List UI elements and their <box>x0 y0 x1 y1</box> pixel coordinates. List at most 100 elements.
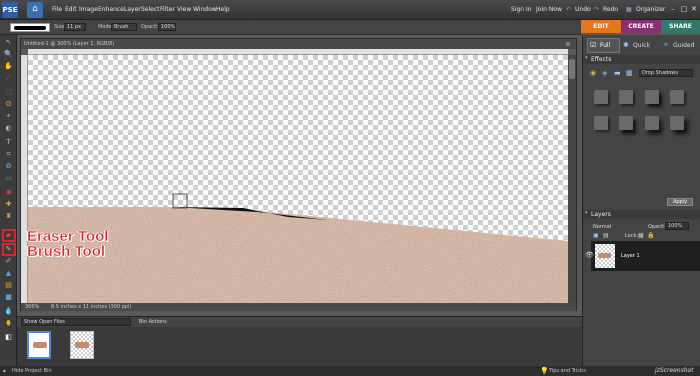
smart-brush-tool-icon[interactable]: ✐ <box>3 257 14 266</box>
drop-shadow-swatch-3[interactable] <box>645 90 659 104</box>
tab-create[interactable]: CREATE <box>621 20 661 33</box>
undo-button[interactable]: Undo <box>575 6 591 13</box>
document-window: Untitled-1 @ 300% (Layer 1, RGB/8) × 300… <box>20 38 577 311</box>
minimize-icon[interactable]: – <box>671 5 675 13</box>
crop-tool-icon[interactable]: ⌗ <box>3 150 14 159</box>
redo-button[interactable]: Redo <box>603 6 618 13</box>
app-logo: PSE <box>2 2 18 18</box>
size-field[interactable]: 11 px <box>64 23 86 31</box>
mode-select[interactable]: Brush <box>111 23 137 31</box>
menu-image[interactable]: Image <box>79 6 98 13</box>
eyedropper-tool-icon[interactable]: ⁄ <box>3 74 14 83</box>
menu-filter[interactable]: Filter <box>160 6 175 13</box>
blur-tool-icon[interactable]: 💧 <box>3 307 14 316</box>
brush-highlight-box <box>2 243 16 256</box>
sign-in-link[interactable]: Sign In <box>511 6 532 13</box>
organizer-icon[interactable]: ▦ <box>626 6 632 13</box>
drop-shadow-swatch-4[interactable] <box>670 90 684 104</box>
hide-project-bin-button[interactable]: Hide Project Bin <box>12 366 52 376</box>
drop-shadow-swatch-2[interactable] <box>619 90 633 104</box>
shape-tool-icon[interactable]: ■ <box>3 293 14 302</box>
effects-category-select[interactable]: Drop Shadows <box>639 69 693 77</box>
bin-thumbnail-active[interactable] <box>27 331 51 359</box>
lock-transparency-icon[interactable]: ▦ <box>638 232 644 239</box>
undo-icon[interactable]: ↶ <box>566 6 571 13</box>
menu-layer[interactable]: Layer <box>124 6 141 13</box>
color-swatches-icon[interactable]: ◧ <box>3 333 14 342</box>
full-edit-icon: ☑ <box>590 41 597 49</box>
home-icon[interactable]: ⌂ <box>27 2 43 18</box>
layer-styles-icon[interactable]: ◈ <box>602 69 607 77</box>
guided-edit-button[interactable]: Guided <box>673 42 694 49</box>
layer-name[interactable]: Layer 1 <box>621 253 640 259</box>
straighten-tool-icon[interactable]: ▭ <box>3 174 14 183</box>
clone-stamp-tool-icon[interactable]: ♜ <box>3 212 14 221</box>
drop-shadow-swatch-1[interactable] <box>594 90 608 104</box>
tab-share[interactable]: SHARE <box>661 20 700 33</box>
healing-brush-tool-icon[interactable]: ✚ <box>3 200 14 209</box>
drop-shadow-swatch-6[interactable] <box>619 116 633 130</box>
brush-preset-picker[interactable] <box>10 23 50 32</box>
menu-view[interactable]: View <box>177 6 191 13</box>
drop-shadow-swatch-7[interactable] <box>645 116 659 130</box>
menu-help[interactable]: Help <box>216 6 230 13</box>
hand-tool-icon[interactable]: ✋ <box>3 62 14 71</box>
quick-fix-button[interactable]: Quick <box>633 42 650 49</box>
menu-select[interactable]: Select <box>141 6 160 13</box>
maximize-icon[interactable]: □ <box>681 5 688 13</box>
photo-effects-icon[interactable]: ▬ <box>614 69 621 77</box>
bin-actions-menu[interactable]: Bin Actions <box>139 319 167 325</box>
magic-wand-tool-icon[interactable]: ✦ <box>3 112 14 121</box>
menu-edit[interactable]: Edit <box>65 6 77 13</box>
layer-thumbnail <box>595 244 615 268</box>
hide-project-bin-icon[interactable]: ▴ <box>3 366 6 376</box>
drop-shadow-swatch-8[interactable] <box>670 116 684 130</box>
opacity-field[interactable]: 100% <box>158 23 176 31</box>
redo-icon[interactable]: ↷ <box>594 6 599 13</box>
apply-button[interactable]: Apply <box>667 198 693 206</box>
delete-layer-icon[interactable]: ▤ <box>603 232 609 239</box>
scroll-thumb[interactable] <box>569 59 575 79</box>
all-effects-icon[interactable]: ▦ <box>626 69 633 77</box>
vertical-scrollbar[interactable] <box>568 55 576 303</box>
options-bar: Size: 11 px Mode: Brush Opacity: 100% <box>0 20 581 35</box>
text-tool-icon[interactable]: T <box>3 138 14 147</box>
drop-shadow-swatch-5[interactable] <box>594 116 608 130</box>
organizer-button[interactable]: Organizer <box>636 6 665 13</box>
effects-header[interactable]: Effects <box>583 55 700 64</box>
sponge-tool-icon[interactable]: ⬮ <box>3 319 14 328</box>
zoom-readout[interactable]: 300% <box>25 303 39 311</box>
project-bin-header: Show Open Files Bin Actions <box>17 317 582 327</box>
layers-header[interactable]: Layers <box>583 210 700 219</box>
close-document-icon[interactable]: × <box>565 40 573 48</box>
cookie-cutter-tool-icon[interactable]: ✿ <box>3 162 14 171</box>
layer-opacity-field[interactable]: 100% <box>665 222 689 230</box>
new-layer-icon[interactable]: ▣ <box>593 232 599 239</box>
paint-bucket-tool-icon[interactable]: ▲ <box>3 269 14 278</box>
tips-and-tricks-link[interactable]: Tips and Tricks <box>549 366 586 376</box>
bin-thumbnail-layer[interactable] <box>70 331 94 359</box>
close-icon[interactable]: ✕ <box>691 5 697 13</box>
layer-visibility-eye-icon[interactable]: 👁 <box>585 251 594 259</box>
gradient-tool-icon[interactable]: ▤ <box>3 281 14 290</box>
marquee-tool-icon[interactable]: ⬚ <box>3 88 14 97</box>
lock-all-icon[interactable]: 🔒 <box>647 232 654 239</box>
quick-selection-tool-icon[interactable]: ◐ <box>3 124 14 133</box>
join-now-link[interactable]: Join Now <box>536 6 562 13</box>
image-canvas[interactable] <box>28 55 568 303</box>
show-open-files-select[interactable]: Show Open Files <box>21 318 131 326</box>
collapse-layers-icon[interactable]: ▾ <box>585 210 588 216</box>
ruler-left <box>21 55 28 305</box>
filters-icon[interactable]: ◉ <box>590 69 596 77</box>
layer-row[interactable]: 👁 Layer 1 <box>585 241 700 271</box>
menu-enhance[interactable]: Enhance <box>98 6 124 13</box>
move-tool-icon[interactable]: ↖ <box>3 38 14 47</box>
collapse-effects-icon[interactable]: ▾ <box>585 55 588 61</box>
tab-edit[interactable]: EDIT <box>581 20 621 33</box>
zoom-tool-icon[interactable]: 🔍 <box>3 50 14 59</box>
menu-file[interactable]: File <box>52 6 62 13</box>
red-eye-tool-icon[interactable]: ◉ <box>3 188 14 197</box>
blend-mode-select[interactable]: Normal <box>593 224 611 230</box>
menu-window[interactable]: Window <box>193 6 217 13</box>
lasso-tool-icon[interactable]: ʘ <box>3 100 14 109</box>
